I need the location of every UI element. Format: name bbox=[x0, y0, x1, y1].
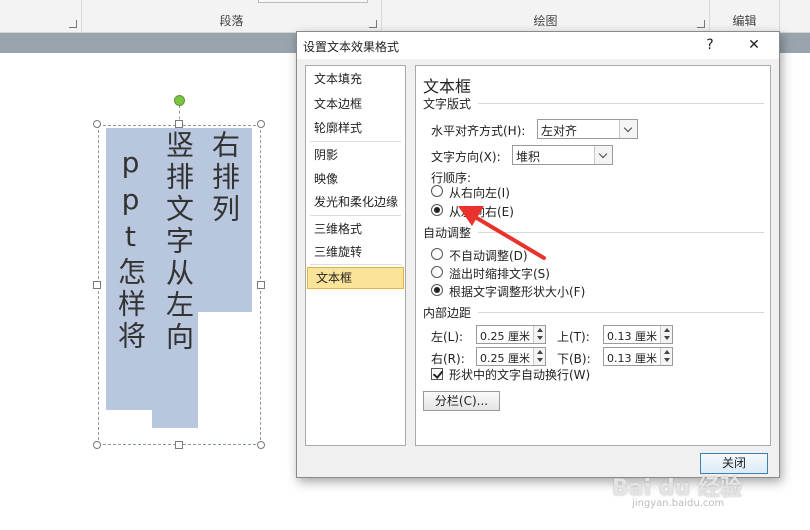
arrow-down-icon bbox=[537, 358, 543, 362]
order-ltr-radio[interactable] bbox=[431, 204, 443, 216]
ribbon-group-editing: 编辑 bbox=[710, 0, 780, 33]
autofit-resize-label[interactable]: 根据文字调整形状大小(F) bbox=[449, 283, 585, 300]
margin-right-label: 右(R): bbox=[431, 352, 465, 366]
nav-3d-rotation[interactable]: 三维旋转 bbox=[306, 241, 405, 263]
direction-label: 文字方向(X): bbox=[431, 150, 501, 164]
nav-reflection[interactable]: 映像 bbox=[306, 168, 405, 190]
dialog-title: 设置文本效果格式 bbox=[303, 40, 400, 54]
margin-right-value: 0.25 厘米 bbox=[480, 352, 530, 365]
close-icon[interactable]: ✕ bbox=[743, 35, 765, 55]
stepper-buttons[interactable] bbox=[533, 326, 545, 343]
halign-value: 左对齐 bbox=[541, 124, 578, 138]
halign-label: 水平对齐方式(H): bbox=[431, 124, 526, 138]
resize-handle-br[interactable] bbox=[257, 441, 265, 449]
resize-handle-bl[interactable] bbox=[93, 441, 101, 449]
resize-handle-tl[interactable] bbox=[93, 120, 101, 128]
stepper-buttons[interactable] bbox=[660, 348, 672, 365]
resize-handle-l[interactable] bbox=[93, 281, 101, 289]
margin-bottom-stepper[interactable]: 0.13 厘米 bbox=[603, 347, 673, 366]
autofit-shrink-label[interactable]: 溢出时缩排文字(S) bbox=[449, 265, 550, 282]
rotate-handle[interactable] bbox=[174, 95, 185, 106]
format-text-effects-dialog: 设置文本效果格式 ? ✕ 文本填充 文本边框 轮廓样式 阴影 映像 发光和柔化边… bbox=[296, 31, 780, 478]
order-rtl-label[interactable]: 从右向左(I) bbox=[449, 184, 510, 201]
direction-select[interactable]: 堆积 bbox=[512, 145, 613, 165]
arrow-up-icon bbox=[664, 328, 670, 332]
resize-handle-b[interactable] bbox=[175, 441, 183, 449]
arrow-down-icon bbox=[664, 358, 670, 362]
section-text-layout: 文字版式 bbox=[423, 97, 472, 111]
autofit-none-radio[interactable] bbox=[431, 248, 443, 260]
nav-text-box[interactable]: 文本框 bbox=[307, 267, 404, 289]
wrap-text-label[interactable]: 形状中的文字自动换行(W) bbox=[449, 366, 590, 383]
margin-top-value: 0.13 厘米 bbox=[607, 330, 657, 343]
ribbon-group-prev bbox=[0, 0, 82, 33]
ribbon: 段落 绘图 编辑 bbox=[0, 0, 810, 33]
direction-value: 堆积 bbox=[516, 150, 541, 164]
stepper-buttons[interactable] bbox=[660, 326, 672, 343]
halign-select[interactable]: 左对齐 bbox=[537, 119, 638, 139]
margin-bottom-label: 下(B): bbox=[557, 352, 591, 366]
help-icon[interactable]: ? bbox=[699, 35, 721, 55]
resize-handle-r[interactable] bbox=[257, 281, 265, 289]
margin-top-stepper[interactable]: 0.13 厘米 bbox=[603, 325, 673, 344]
columns-button[interactable]: 分栏(C)... bbox=[423, 391, 500, 411]
nav-shadow[interactable]: 阴影 bbox=[306, 144, 405, 166]
nav-divider bbox=[310, 141, 401, 142]
paragraph-launcher-icon[interactable] bbox=[369, 20, 377, 28]
stepper-buttons[interactable] bbox=[533, 348, 545, 365]
textbox-column-2: 竖排文字从左向 bbox=[162, 130, 195, 354]
order-ltr-label[interactable]: 从左向右(E) bbox=[449, 203, 514, 220]
margin-top-label: 上(T): bbox=[557, 330, 590, 344]
section-divider bbox=[478, 312, 764, 313]
section-margins: 内部边距 bbox=[423, 306, 472, 320]
margin-right-stepper[interactable]: 0.25 厘米 bbox=[476, 347, 546, 366]
chevron-down-icon bbox=[619, 120, 637, 138]
section-divider bbox=[478, 232, 764, 233]
margin-bottom-value: 0.13 厘米 bbox=[607, 352, 657, 365]
margin-left-stepper[interactable]: 0.25 厘米 bbox=[476, 325, 546, 344]
autofit-shrink-radio[interactable] bbox=[431, 266, 443, 278]
chevron-down-icon bbox=[594, 146, 612, 164]
category-list: 文本填充 文本边框 轮廓样式 阴影 映像 发光和柔化边缘 三维格式 三维旋转 文… bbox=[305, 65, 406, 446]
autofit-none-label[interactable]: 不自动调整(D) bbox=[449, 247, 528, 264]
group-label: 绘图 bbox=[533, 14, 558, 28]
settings-panel: 文本框 文字版式 水平对齐方式(H): 左对齐 文字方向(X): 堆积 行顺序:… bbox=[415, 65, 771, 446]
nav-text-fill[interactable]: 文本填充 bbox=[306, 68, 405, 90]
drawing-launcher-icon[interactable] bbox=[697, 20, 705, 28]
section-divider bbox=[478, 103, 764, 104]
resize-handle-t[interactable] bbox=[175, 120, 183, 128]
group-label: 编辑 bbox=[732, 14, 757, 28]
nav-text-border[interactable]: 文本边框 bbox=[306, 93, 405, 115]
dialog-titlebar[interactable]: 设置文本效果格式 ? ✕ bbox=[297, 32, 779, 59]
margin-left-value: 0.25 厘米 bbox=[480, 330, 530, 343]
textbox-column-3: 右排列 bbox=[208, 130, 241, 226]
nav-outline-style[interactable]: 轮廓样式 bbox=[306, 117, 405, 139]
nav-divider bbox=[310, 215, 401, 216]
resize-handle-tr[interactable] bbox=[257, 120, 265, 128]
wrap-text-checkbox[interactable] bbox=[431, 368, 443, 380]
ribbon-group-drawing: 绘图 bbox=[382, 0, 710, 33]
arrow-down-icon bbox=[664, 336, 670, 340]
section-autofit: 自动调整 bbox=[423, 226, 472, 240]
arrow-up-icon bbox=[664, 350, 670, 354]
nav-divider bbox=[310, 264, 401, 265]
group-label: 段落 bbox=[219, 14, 244, 28]
ribbon-group-paragraph: 段落 bbox=[82, 0, 382, 33]
arrow-up-icon bbox=[537, 350, 543, 354]
autofit-resize-radio[interactable] bbox=[431, 284, 443, 296]
watermark-url: jingyan.baidu.com bbox=[632, 498, 725, 509]
arrow-down-icon bbox=[537, 336, 543, 340]
margin-left-label: 左(L): bbox=[431, 330, 464, 344]
group-launcher-icon[interactable] bbox=[69, 20, 77, 28]
panel-title: 文本框 bbox=[423, 77, 472, 96]
textbox-column-1: ppt怎样将 bbox=[114, 146, 147, 353]
nav-glow-soft-edges[interactable]: 发光和柔化边缘 bbox=[306, 191, 405, 213]
nav-3d-format[interactable]: 三维格式 bbox=[306, 218, 405, 240]
order-rtl-radio[interactable] bbox=[431, 185, 443, 197]
arrow-up-icon bbox=[537, 328, 543, 332]
